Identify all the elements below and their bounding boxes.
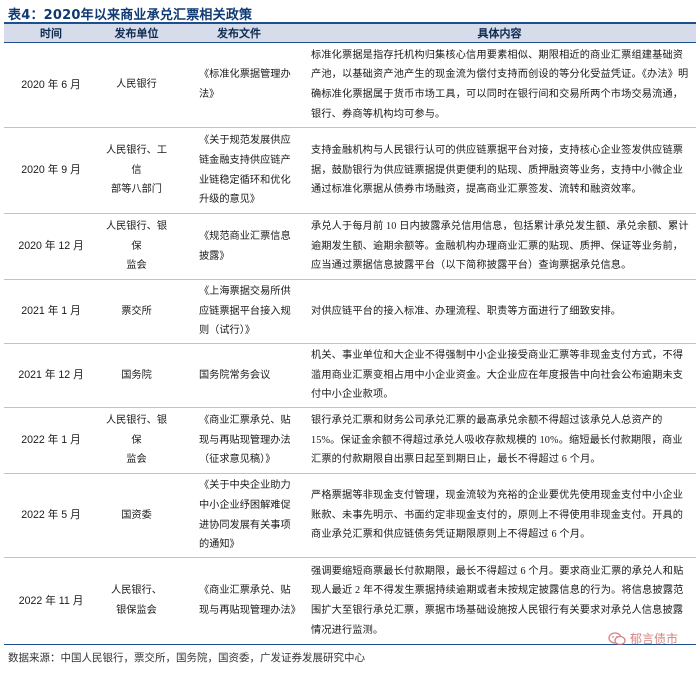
wechat-icon [608, 631, 626, 645]
cell-content: 机关、事业单位和大企业不得强制中小企业接受商业汇票等非现金支付方式，不得滥用商业… [311, 350, 684, 401]
cell-content: 对供应链平台的接入标准、办理流程、职责等方面进行了细致安排。 [311, 305, 622, 317]
cell-publisher: 国资委 [121, 509, 152, 521]
cell-content: 支持金融机构与人民银行认可的供应链票据平台对接，支持核心企业签发供应链票据，鼓励… [311, 145, 684, 196]
watermark-text: 郁言债市 [629, 632, 678, 646]
table-title: 表4：2020年以来商业承兑汇票相关政策 [8, 8, 253, 23]
watermark: 郁言债市 [608, 630, 678, 647]
cell-document: 《规范商业汇票信息披露》 [199, 230, 291, 262]
cell-publisher: 人民银行、 银保监会 [111, 585, 162, 616]
table-row: 2022 年 5 月 国资委 《关于中央企业助力中小企业纾困解难促进协同发展有关… [4, 474, 696, 558]
table-bottom-divider [4, 644, 696, 645]
cell-document: 国务院常务会议 [199, 369, 271, 381]
cell-publisher: 人民银行、银保 监会 [105, 415, 168, 466]
cell-publisher: 票交所 [121, 305, 152, 317]
table-row: 2022 年 11 月 人民银行、 银保监会 《商业汇票承兑、贴现与再贴现管理办… [4, 558, 696, 644]
cell-content: 严格票据等非现金支付管理，现金流较为充裕的企业要优先使用现金支付中小企业账款、未… [311, 490, 684, 541]
cell-date: 2020 年 12 月 [18, 240, 84, 253]
table-row: 2020 年 12 月 人民银行、银保 监会 《规范商业汇票信息披露》 承兑人于… [4, 214, 696, 280]
cell-document: 《商业汇票承兑、贴现与再贴现管理办法（征求意见稿）》 [199, 415, 291, 466]
table-row: 2020 年 6 月 人民银行 《标准化票据管理办法》 标准化票据是指存托机构归… [4, 43, 696, 128]
cell-publisher: 人民银行、工信 部等八部门 [105, 145, 168, 196]
header-time: 时间 [40, 27, 62, 40]
data-source-note: 数据来源：中国人民银行，票交所，国务院，国资委，广发证券发展研究中心 [8, 653, 365, 664]
header-content: 具体内容 [477, 27, 522, 40]
cell-date: 2022 年 11 月 [18, 594, 84, 607]
cell-content: 标准化票据是指存托机构归集核心信用要素相似、期限相近的商业汇票组建基础资产池，以… [311, 49, 689, 120]
header-document: 发布文件 [217, 27, 261, 40]
cell-date: 2022 年 1 月 [21, 434, 81, 447]
cell-content: 银行承兑汇票和财务公司承兑汇票的最高承兑余额不得超过该承兑人总资产的 15%。保… [311, 415, 683, 466]
cell-date: 2020 年 9 月 [21, 164, 81, 177]
cell-document: 《标准化票据管理办法》 [199, 69, 291, 100]
cell-document: 《商业汇票承兑、贴现与再贴现管理办法》 [199, 585, 301, 616]
cell-publisher: 人民银行、银保 监会 [105, 221, 168, 272]
table-row: 2021 年 12 月 国务院 国务院常务会议 机关、事业单位和大企业不得强制中… [4, 344, 696, 408]
cell-document: 《关于规范发展供应链金融支持供应链产业链稳定循环和优化升级的意见》 [199, 135, 291, 206]
cell-date: 2020 年 6 月 [21, 78, 81, 91]
cell-content: 承兑人于每月前 10 日内披露承兑信用信息，包括累计承兑发生额、承兑余额、累计逾… [311, 221, 689, 272]
cell-document: 《关于中央企业助力中小企业纾困解难促进协同发展有关事项的通知》 [199, 480, 291, 551]
table-row: 2021 年 1 月 票交所 《上海票据交易所供应链票据平台接入规则（试行）》 … [4, 280, 696, 344]
cell-date: 2022 年 5 月 [21, 509, 81, 522]
cell-document: 《上海票据交易所供应链票据平台接入规则（试行）》 [199, 286, 291, 337]
cell-content: 强调要缩短商票最长付款期限，最长不得超过 6 个月。要求商业汇票的承兑人和贴现人… [311, 565, 684, 636]
cell-date: 2021 年 1 月 [21, 305, 81, 318]
cell-publisher: 人民银行 [116, 79, 157, 91]
cell-publisher: 国务院 [121, 369, 152, 381]
cell-date: 2021 年 12 月 [18, 369, 84, 382]
header-publisher: 发布单位 [114, 27, 159, 40]
table-header: 时间 发布单位 发布文件 具体内容 [4, 24, 696, 43]
table-row: 2022 年 1 月 人民银行、银保 监会 《商业汇票承兑、贴现与再贴现管理办法… [4, 408, 696, 474]
table-row: 2020 年 9 月 人民银行、工信 部等八部门 《关于规范发展供应链金融支持供… [4, 128, 696, 214]
